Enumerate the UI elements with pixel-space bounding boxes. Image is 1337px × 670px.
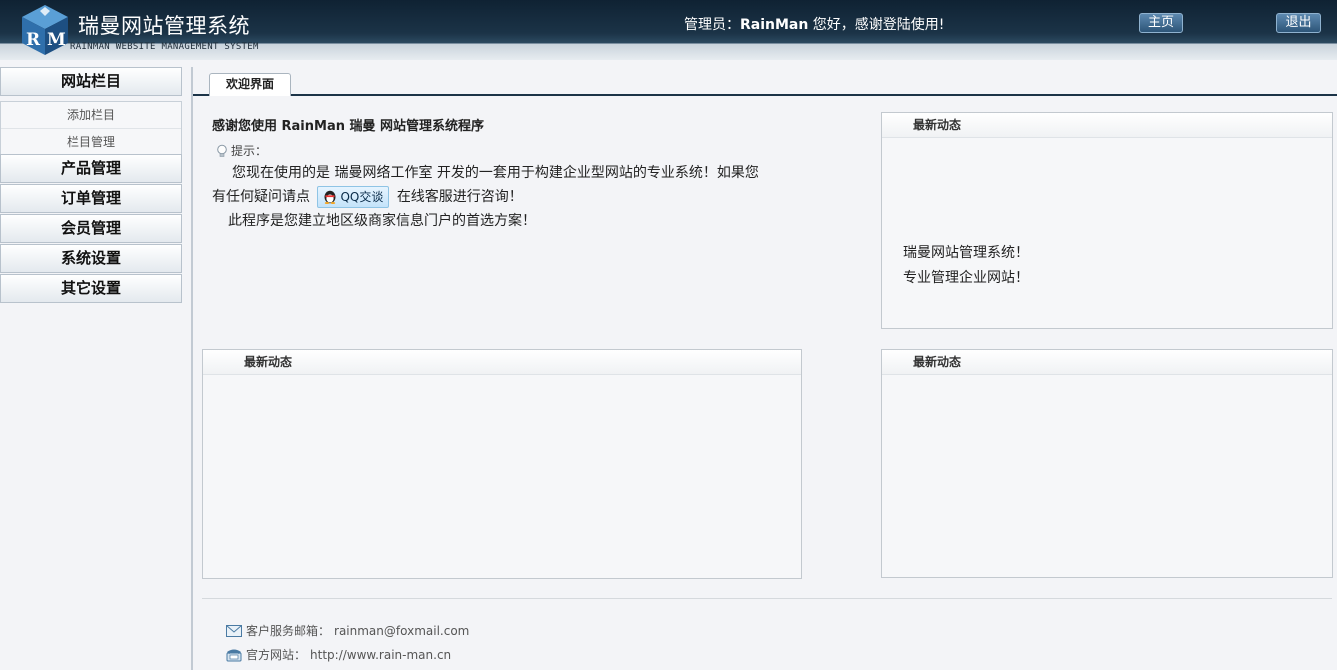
latest-news-panel-bottom-left: 最新动态: [202, 349, 802, 579]
sidebar-category-products[interactable]: 产品管理: [0, 154, 182, 183]
panel-body-line: 专业管理企业网站！: [903, 270, 1029, 286]
admin-greeting: 管理员：RainMan 您好，感谢登陆使用!: [684, 14, 944, 34]
sidebar-category-system-settings[interactable]: 系统设置: [0, 244, 182, 273]
home-button[interactable]: 主页: [1139, 13, 1183, 33]
panel-body-line: 瑞曼网站管理系统！: [903, 245, 1029, 261]
welcome-paragraph: 您现在使用的是 瑞曼网络工作室 开发的一套用于构建企业型网站的专业系统！如果您 …: [212, 161, 802, 233]
top-header: R M 瑞曼网站管理系统 RAINMAN WEBSITE MANAGEMENT …: [0, 0, 1337, 60]
tip-row: 提示：: [215, 142, 267, 159]
sidebar: 网站栏目 添加栏目 栏目管理 产品管理 订单管理 会员管理 系统设置 其它设置: [0, 67, 183, 670]
welcome-line-3: 此程序是您建立地区级商家信息门户的首选方案！: [228, 213, 536, 229]
sidebar-divider[interactable]: [191, 67, 193, 670]
footer-site-link[interactable]: http://www.rain-man.cn: [310, 648, 451, 662]
lightbulb-icon: [217, 144, 227, 157]
footer-email-label: 客户服务邮箱：: [246, 624, 331, 638]
latest-news-panel-bottom-right: 最新动态: [881, 349, 1333, 578]
mail-icon: [226, 624, 242, 637]
footer-email-link[interactable]: rainman@foxmail.com: [334, 624, 469, 638]
panel-body-text: 瑞曼网站管理系统！ 专业管理企业网站！: [903, 241, 1029, 291]
tab-welcome[interactable]: 欢迎界面: [209, 73, 291, 96]
svg-text:R: R: [26, 30, 41, 50]
panel-title: 最新动态: [882, 113, 1332, 138]
logout-button[interactable]: 退出: [1276, 13, 1321, 33]
sidebar-category-orders[interactable]: 订单管理: [0, 184, 182, 213]
qq-chat-button[interactable]: QQ交谈: [317, 186, 390, 208]
panel-title: 最新动态: [203, 350, 801, 375]
sidebar-category-members[interactable]: 会员管理: [0, 214, 182, 243]
welcome-line-2-before: 有任何疑问请点: [212, 189, 310, 205]
qq-chat-label: QQ交谈: [340, 190, 384, 204]
welcome-line-2-after: 在线客服进行咨询！: [396, 189, 523, 205]
tab-bar: 欢迎界面: [193, 67, 1337, 96]
greeting-username: RainMan: [740, 17, 809, 33]
svg-text:M: M: [47, 30, 66, 50]
greeting-suffix: 您好，感谢登陆使用!: [808, 17, 945, 33]
footer-divider: [202, 598, 1332, 599]
tip-label: 提示：: [231, 144, 268, 158]
sidebar-category-site-columns[interactable]: 网站栏目: [0, 67, 182, 96]
welcome-title: 感谢您使用 RainMan 瑞曼 网站管理系统程序: [212, 119, 485, 134]
rm-cube-logo-icon: R M: [22, 5, 68, 55]
footer-email-row: 客户服务邮箱： rainman@foxmail.com: [226, 622, 469, 639]
sidebar-item-add-column[interactable]: 添加栏目: [1, 102, 181, 128]
panel-title: 最新动态: [882, 350, 1332, 375]
welcome-line-1: 您现在使用的是 瑞曼网络工作室 开发的一套用于构建企业型网站的专业系统！如果您: [232, 165, 759, 181]
greeting-prefix: 管理员：: [684, 17, 740, 33]
phone-icon: [226, 649, 242, 661]
latest-news-panel-top-right: 最新动态 瑞曼网站管理系统！ 专业管理企业网站！: [881, 112, 1333, 329]
footer-site-label: 官方网站：: [246, 648, 307, 662]
welcome-line-2: 有任何疑问请点 QQ交谈 在线客服进行咨询！: [212, 185, 802, 209]
brand-title: 瑞曼网站管理系统: [78, 14, 250, 38]
sidebar-category-other-settings[interactable]: 其它设置: [0, 274, 182, 303]
sidebar-subitems: 添加栏目 栏目管理: [0, 101, 182, 155]
footer-site-row: 官方网站： http://www.rain-man.cn: [226, 646, 451, 663]
brand-subtitle: RAINMAN WEBSITE MANAGEMENT SYSTEM: [70, 42, 259, 52]
sidebar-item-column-manage[interactable]: 栏目管理: [1, 128, 181, 154]
qq-penguin-icon: [324, 190, 336, 204]
